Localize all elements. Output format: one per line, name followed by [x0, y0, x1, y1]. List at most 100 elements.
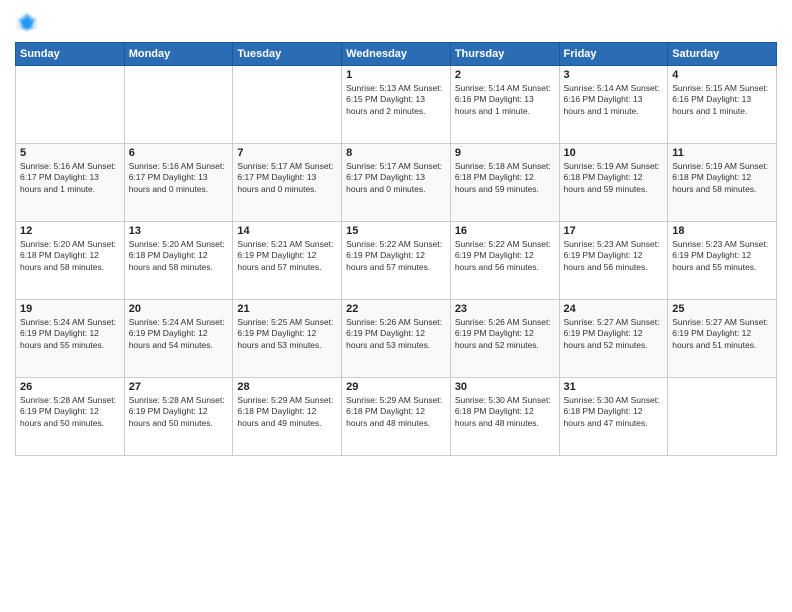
day-info: Sunrise: 5:26 AM Sunset: 6:19 PM Dayligh… [346, 317, 446, 351]
calendar-day-cell: 22 Sunrise: 5:26 AM Sunset: 6:19 PM Dayli… [342, 300, 451, 378]
day-info: Sunrise: 5:29 AM Sunset: 6:18 PM Dayligh… [346, 395, 446, 429]
calendar-day-cell [233, 66, 342, 144]
weekday-header: Wednesday [342, 43, 451, 66]
calendar-day-cell: 9 Sunrise: 5:18 AM Sunset: 6:18 PM Daylig… [450, 144, 559, 222]
calendar-day-cell: 10 Sunrise: 5:19 AM Sunset: 6:18 PM Dayli… [559, 144, 668, 222]
day-number: 14 [237, 225, 337, 237]
day-number: 11 [672, 147, 772, 159]
day-info: Sunrise: 5:13 AM Sunset: 6:15 PM Dayligh… [346, 83, 446, 117]
weekday-header: Tuesday [233, 43, 342, 66]
day-info: Sunrise: 5:23 AM Sunset: 6:19 PM Dayligh… [564, 239, 664, 273]
calendar-day-cell: 11 Sunrise: 5:19 AM Sunset: 6:18 PM Dayli… [668, 144, 777, 222]
calendar-day-cell: 30Sunrise: 5:30 AM Sunset: 6:18 PM Dayli… [450, 378, 559, 456]
day-info: Sunrise: 5:27 AM Sunset: 6:19 PM Dayligh… [672, 317, 772, 351]
day-info: Sunrise: 5:18 AM Sunset: 6:18 PM Dayligh… [455, 161, 555, 195]
weekday-header: Sunday [16, 43, 125, 66]
logo-icon [15, 10, 39, 34]
calendar-header-row: SundayMondayTuesdayWednesdayThursdayFrid… [16, 43, 777, 66]
day-number: 9 [455, 147, 555, 159]
day-info: Sunrise: 5:27 AM Sunset: 6:19 PM Dayligh… [564, 317, 664, 351]
weekday-header: Saturday [668, 43, 777, 66]
calendar-day-cell: 31 Sunrise: 5:30 AM Sunset: 6:18 PM Dayli… [559, 378, 668, 456]
day-number: 4 [672, 69, 772, 81]
day-info: Sunrise: 5:20 AM Sunset: 6:18 PM Dayligh… [20, 239, 120, 273]
calendar-day-cell: 25 Sunrise: 5:27 AM Sunset: 6:19 PM Dayli… [668, 300, 777, 378]
calendar-day-cell: 14 Sunrise: 5:21 AM Sunset: 6:19 PM Dayli… [233, 222, 342, 300]
calendar-day-cell: 6Sunrise: 5:16 AM Sunset: 6:17 PM Daylig… [124, 144, 233, 222]
calendar-day-cell [668, 378, 777, 456]
calendar-day-cell: 21 Sunrise: 5:25 AM Sunset: 6:19 PM Dayli… [233, 300, 342, 378]
day-number: 20 [129, 303, 229, 315]
day-number: 18 [672, 225, 772, 237]
calendar-day-cell: 18 Sunrise: 5:23 AM Sunset: 6:19 PM Dayli… [668, 222, 777, 300]
day-number: 13 [129, 225, 229, 237]
day-number: 21 [237, 303, 337, 315]
day-info: Sunrise: 5:19 AM Sunset: 6:18 PM Dayligh… [564, 161, 664, 195]
day-number: 10 [564, 147, 664, 159]
day-info: Sunrise: 5:23 AM Sunset: 6:19 PM Dayligh… [672, 239, 772, 273]
day-number: 8 [346, 147, 446, 159]
calendar-day-cell: 8 Sunrise: 5:17 AM Sunset: 6:17 PM Daylig… [342, 144, 451, 222]
day-number: 26 [20, 381, 120, 393]
calendar-day-cell: 5Sunrise: 5:16 AM Sunset: 6:17 PM Daylig… [16, 144, 125, 222]
day-info: Sunrise: 5:24 AM Sunset: 6:19 PM Dayligh… [129, 317, 229, 351]
day-info: Sunrise: 5:16 AM Sunset: 6:17 PM Dayligh… [20, 161, 120, 195]
day-number: 16 [455, 225, 555, 237]
day-info: Sunrise: 5:14 AM Sunset: 6:16 PM Dayligh… [455, 83, 555, 117]
weekday-header: Monday [124, 43, 233, 66]
day-info: Sunrise: 5:14 AM Sunset: 6:16 PM Dayligh… [564, 83, 664, 117]
calendar-day-cell: 20 Sunrise: 5:24 AM Sunset: 6:19 PM Dayli… [124, 300, 233, 378]
day-number: 3 [564, 69, 664, 81]
day-info: Sunrise: 5:17 AM Sunset: 6:17 PM Dayligh… [237, 161, 337, 195]
day-info: Sunrise: 5:19 AM Sunset: 6:18 PM Dayligh… [672, 161, 772, 195]
calendar-day-cell: 24 Sunrise: 5:27 AM Sunset: 6:19 PM Dayli… [559, 300, 668, 378]
calendar-day-cell: 23Sunrise: 5:26 AM Sunset: 6:19 PM Dayli… [450, 300, 559, 378]
day-number: 31 [564, 381, 664, 393]
day-number: 6 [129, 147, 229, 159]
day-number: 12 [20, 225, 120, 237]
header [15, 10, 777, 34]
calendar-day-cell: 17 Sunrise: 5:23 AM Sunset: 6:19 PM Dayli… [559, 222, 668, 300]
page: SundayMondayTuesdayWednesdayThursdayFrid… [0, 0, 792, 612]
day-number: 17 [564, 225, 664, 237]
day-number: 29 [346, 381, 446, 393]
calendar-week-row: 5Sunrise: 5:16 AM Sunset: 6:17 PM Daylig… [16, 144, 777, 222]
day-info: Sunrise: 5:29 AM Sunset: 6:18 PM Dayligh… [237, 395, 337, 429]
calendar-week-row: 1 Sunrise: 5:13 AM Sunset: 6:15 PM Daylig… [16, 66, 777, 144]
calendar-day-cell: 15 Sunrise: 5:22 AM Sunset: 6:19 PM Dayli… [342, 222, 451, 300]
calendar-week-row: 12 Sunrise: 5:20 AM Sunset: 6:18 PM Dayli… [16, 222, 777, 300]
day-info: Sunrise: 5:21 AM Sunset: 6:19 PM Dayligh… [237, 239, 337, 273]
weekday-header: Thursday [450, 43, 559, 66]
day-info: Sunrise: 5:25 AM Sunset: 6:19 PM Dayligh… [237, 317, 337, 351]
day-number: 15 [346, 225, 446, 237]
calendar-day-cell: 26 Sunrise: 5:28 AM Sunset: 6:19 PM Dayli… [16, 378, 125, 456]
calendar-day-cell: 28 Sunrise: 5:29 AM Sunset: 6:18 PM Dayli… [233, 378, 342, 456]
day-number: 19 [20, 303, 120, 315]
calendar-table: SundayMondayTuesdayWednesdayThursdayFrid… [15, 42, 777, 456]
calendar-day-cell: 12 Sunrise: 5:20 AM Sunset: 6:18 PM Dayli… [16, 222, 125, 300]
day-info: Sunrise: 5:24 AM Sunset: 6:19 PM Dayligh… [20, 317, 120, 351]
calendar-day-cell: 29 Sunrise: 5:29 AM Sunset: 6:18 PM Dayli… [342, 378, 451, 456]
day-number: 22 [346, 303, 446, 315]
day-info: Sunrise: 5:22 AM Sunset: 6:19 PM Dayligh… [346, 239, 446, 273]
calendar-day-cell: 1 Sunrise: 5:13 AM Sunset: 6:15 PM Daylig… [342, 66, 451, 144]
calendar-day-cell: 2 Sunrise: 5:14 AM Sunset: 6:16 PM Daylig… [450, 66, 559, 144]
calendar-week-row: 26 Sunrise: 5:28 AM Sunset: 6:19 PM Dayli… [16, 378, 777, 456]
calendar-day-cell: 27Sunrise: 5:28 AM Sunset: 6:19 PM Dayli… [124, 378, 233, 456]
day-info: Sunrise: 5:17 AM Sunset: 6:17 PM Dayligh… [346, 161, 446, 195]
logo [15, 10, 43, 34]
calendar-day-cell: 13Sunrise: 5:20 AM Sunset: 6:18 PM Dayli… [124, 222, 233, 300]
day-info: Sunrise: 5:30 AM Sunset: 6:18 PM Dayligh… [564, 395, 664, 429]
day-number: 1 [346, 69, 446, 81]
day-number: 30 [455, 381, 555, 393]
day-number: 24 [564, 303, 664, 315]
day-info: Sunrise: 5:28 AM Sunset: 6:19 PM Dayligh… [129, 395, 229, 429]
day-info: Sunrise: 5:28 AM Sunset: 6:19 PM Dayligh… [20, 395, 120, 429]
calendar-day-cell: 4 Sunrise: 5:15 AM Sunset: 6:16 PM Daylig… [668, 66, 777, 144]
day-number: 28 [237, 381, 337, 393]
calendar-day-cell: 3 Sunrise: 5:14 AM Sunset: 6:16 PM Daylig… [559, 66, 668, 144]
day-number: 23 [455, 303, 555, 315]
day-number: 25 [672, 303, 772, 315]
day-info: Sunrise: 5:15 AM Sunset: 6:16 PM Dayligh… [672, 83, 772, 117]
day-number: 2 [455, 69, 555, 81]
